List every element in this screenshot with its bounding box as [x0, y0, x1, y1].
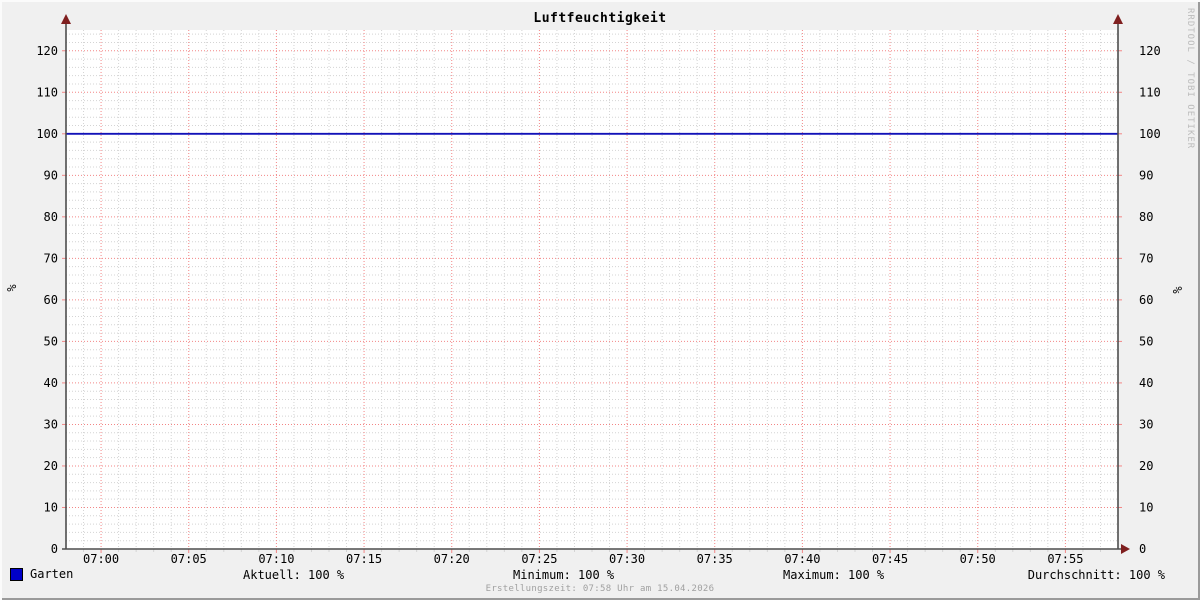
svg-text:07:20: 07:20: [434, 552, 470, 566]
svg-text:90: 90: [44, 168, 58, 182]
svg-text:30: 30: [44, 417, 58, 431]
y-axis-unit-left: %: [5, 284, 19, 292]
svg-text:120: 120: [1139, 44, 1161, 58]
svg-text:10: 10: [1139, 500, 1153, 514]
svg-text:07:40: 07:40: [784, 552, 820, 566]
svg-text:30: 30: [1139, 417, 1153, 431]
svg-text:20: 20: [44, 459, 58, 473]
stat-durchschnitt: Durchschnitt: 100 %: [1027, 568, 1165, 582]
y-tick-labels-right: 0 10 20 30 40 50 60 70 80 90 100 110 120: [1139, 44, 1161, 556]
stat-maximum: Maximum: 100 %: [783, 568, 885, 582]
svg-text:110: 110: [1139, 85, 1161, 99]
svg-text:07:45: 07:45: [872, 552, 908, 566]
svg-text:80: 80: [44, 210, 58, 224]
chart-svg: 07:00 07:05 07:10 07:15 07:20 07:25 07:30 07:35…: [36, 14, 1161, 566]
svg-text:60: 60: [1139, 293, 1153, 307]
y-tick-labels-left: 0 10 20 30 40 50 60 70 80 90 100 110 120: [36, 44, 58, 556]
legend-series-garten: Garten: [10, 567, 73, 581]
svg-text:07:50: 07:50: [960, 552, 996, 566]
svg-text:0: 0: [1139, 542, 1146, 556]
svg-text:07:35: 07:35: [697, 552, 733, 566]
svg-text:100: 100: [36, 127, 58, 141]
svg-text:70: 70: [1139, 251, 1153, 265]
svg-text:07:25: 07:25: [521, 552, 557, 566]
svg-text:120: 120: [36, 44, 58, 58]
svg-text:80: 80: [1139, 210, 1153, 224]
rrdtool-watermark: RRDTOOL / TOBI OETIKER: [1185, 8, 1195, 150]
svg-text:40: 40: [1139, 376, 1153, 390]
rrdtool-graph: 07:00 07:05 07:10 07:15 07:20 07:25 07:30 07:35…: [0, 0, 1200, 600]
axis-arrows: [61, 14, 1130, 554]
creation-timestamp: Erstellungszeit: 07:58 Uhr am 15.04.2026: [485, 584, 715, 594]
svg-text:10: 10: [44, 500, 58, 514]
series-color-swatch: [10, 567, 23, 581]
stat-minimum: Minimum: 100 %: [513, 568, 615, 582]
x-axis-arrow: [1121, 544, 1130, 554]
svg-text:110: 110: [36, 85, 58, 99]
svg-text:07:55: 07:55: [1047, 552, 1083, 566]
svg-text:100: 100: [1139, 127, 1161, 141]
chart-title: Luftfeuchtigkeit: [533, 11, 667, 26]
svg-text:50: 50: [1139, 334, 1153, 348]
svg-text:07:00: 07:00: [83, 552, 119, 566]
svg-text:50: 50: [44, 334, 58, 348]
svg-text:70: 70: [44, 251, 58, 265]
y-axis-unit-right: %: [1170, 286, 1184, 294]
svg-text:20: 20: [1139, 459, 1153, 473]
svg-text:07:15: 07:15: [346, 552, 382, 566]
svg-text:0: 0: [51, 542, 58, 556]
stat-aktuell: Aktuell: 100 %: [243, 568, 345, 582]
series-label: Garten: [30, 567, 74, 581]
legend-row: Garten Aktuell: 100 % Minimum: 100 % Max…: [0, 567, 1200, 583]
svg-text:40: 40: [44, 376, 58, 390]
svg-text:60: 60: [44, 293, 58, 307]
svg-text:07:05: 07:05: [171, 552, 207, 566]
svg-text:07:30: 07:30: [609, 552, 645, 566]
grid-minor: [66, 30, 1118, 552]
svg-text:07:10: 07:10: [258, 552, 294, 566]
svg-text:90: 90: [1139, 168, 1153, 182]
x-tick-labels: 07:00 07:05 07:10 07:15 07:20 07:25 07:30 07:35…: [83, 552, 1083, 566]
